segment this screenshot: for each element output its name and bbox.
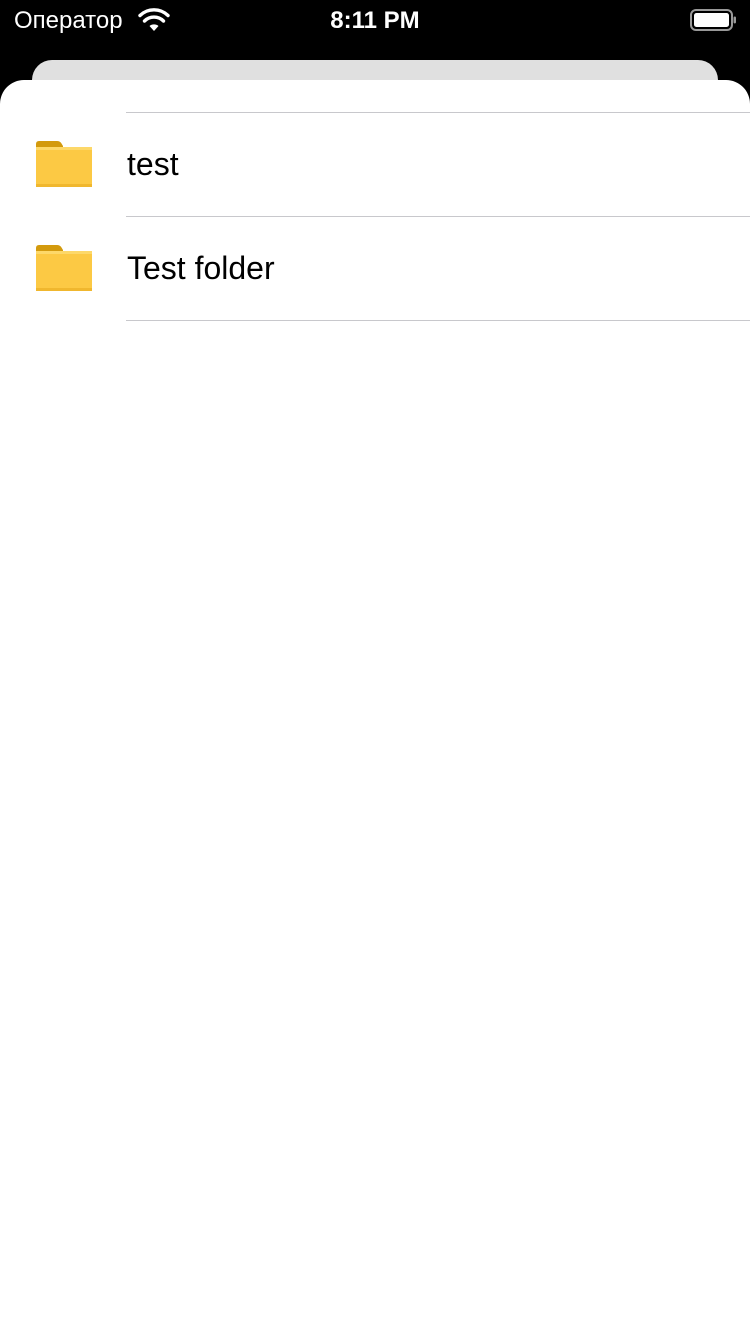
list-item-label: Test folder: [127, 250, 275, 286]
separator: [126, 320, 750, 321]
folder-icon: [36, 141, 92, 187]
folder-icon: [36, 245, 92, 291]
list-item-label: test: [127, 146, 179, 182]
list-item[interactable]: Test folder: [0, 217, 750, 320]
clock: 8:11 PM: [330, 7, 420, 34]
status-bar: Оператор 8:11 PM: [0, 0, 750, 44]
list-item[interactable]: test: [0, 113, 750, 216]
battery-icon: [690, 9, 736, 31]
folder-list: test Test folder: [0, 112, 750, 321]
